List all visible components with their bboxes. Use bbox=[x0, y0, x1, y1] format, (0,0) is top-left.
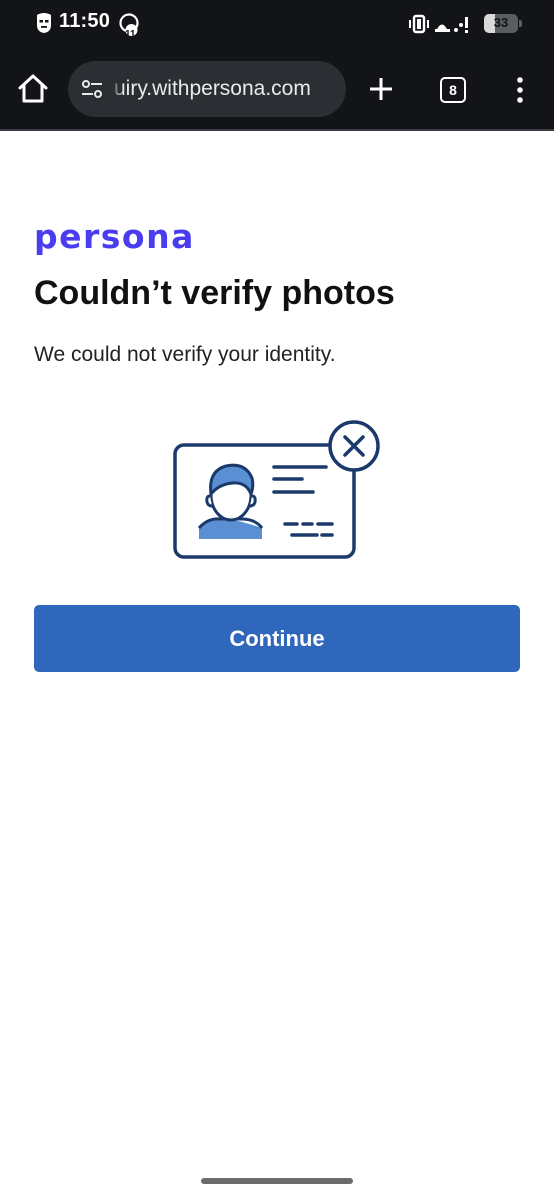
home-icon[interactable] bbox=[16, 72, 50, 106]
battery-level: 33 bbox=[493, 15, 509, 30]
app-avatar-icon bbox=[37, 13, 51, 33]
address-bar[interactable]: uiry.withpersona.com bbox=[68, 61, 346, 117]
battery-cap bbox=[519, 20, 522, 27]
error-message: We could not verify your identity. bbox=[34, 343, 336, 366]
notification-badge: 11 bbox=[125, 29, 136, 40]
id-card-shape bbox=[173, 443, 356, 559]
close-icon bbox=[328, 420, 380, 472]
browser-chrome: 11:50 11 33 uiry.withpersona.com 8 bbox=[0, 0, 554, 129]
url-fade bbox=[110, 61, 124, 117]
battery-indicator: 33 bbox=[484, 14, 518, 33]
more-vertical-icon[interactable] bbox=[510, 75, 530, 105]
plus-icon[interactable] bbox=[366, 74, 396, 104]
toolbar-divider bbox=[0, 129, 554, 131]
url-text[interactable]: uiry.withpersona.com bbox=[114, 77, 311, 101]
vibrate-icon bbox=[409, 14, 429, 34]
continue-button[interactable]: Continue bbox=[34, 605, 520, 672]
tab-switcher-button[interactable]: 8 bbox=[440, 77, 466, 103]
signal-icon bbox=[435, 17, 468, 33]
page-title: Couldn’t verify photos bbox=[34, 274, 395, 312]
status-time: 11:50 bbox=[59, 10, 111, 32]
id-card-error-illustration bbox=[173, 420, 380, 559]
site-info-icon[interactable] bbox=[80, 77, 104, 101]
gesture-home-indicator[interactable] bbox=[201, 1178, 353, 1184]
persona-logo: persona bbox=[34, 217, 195, 256]
